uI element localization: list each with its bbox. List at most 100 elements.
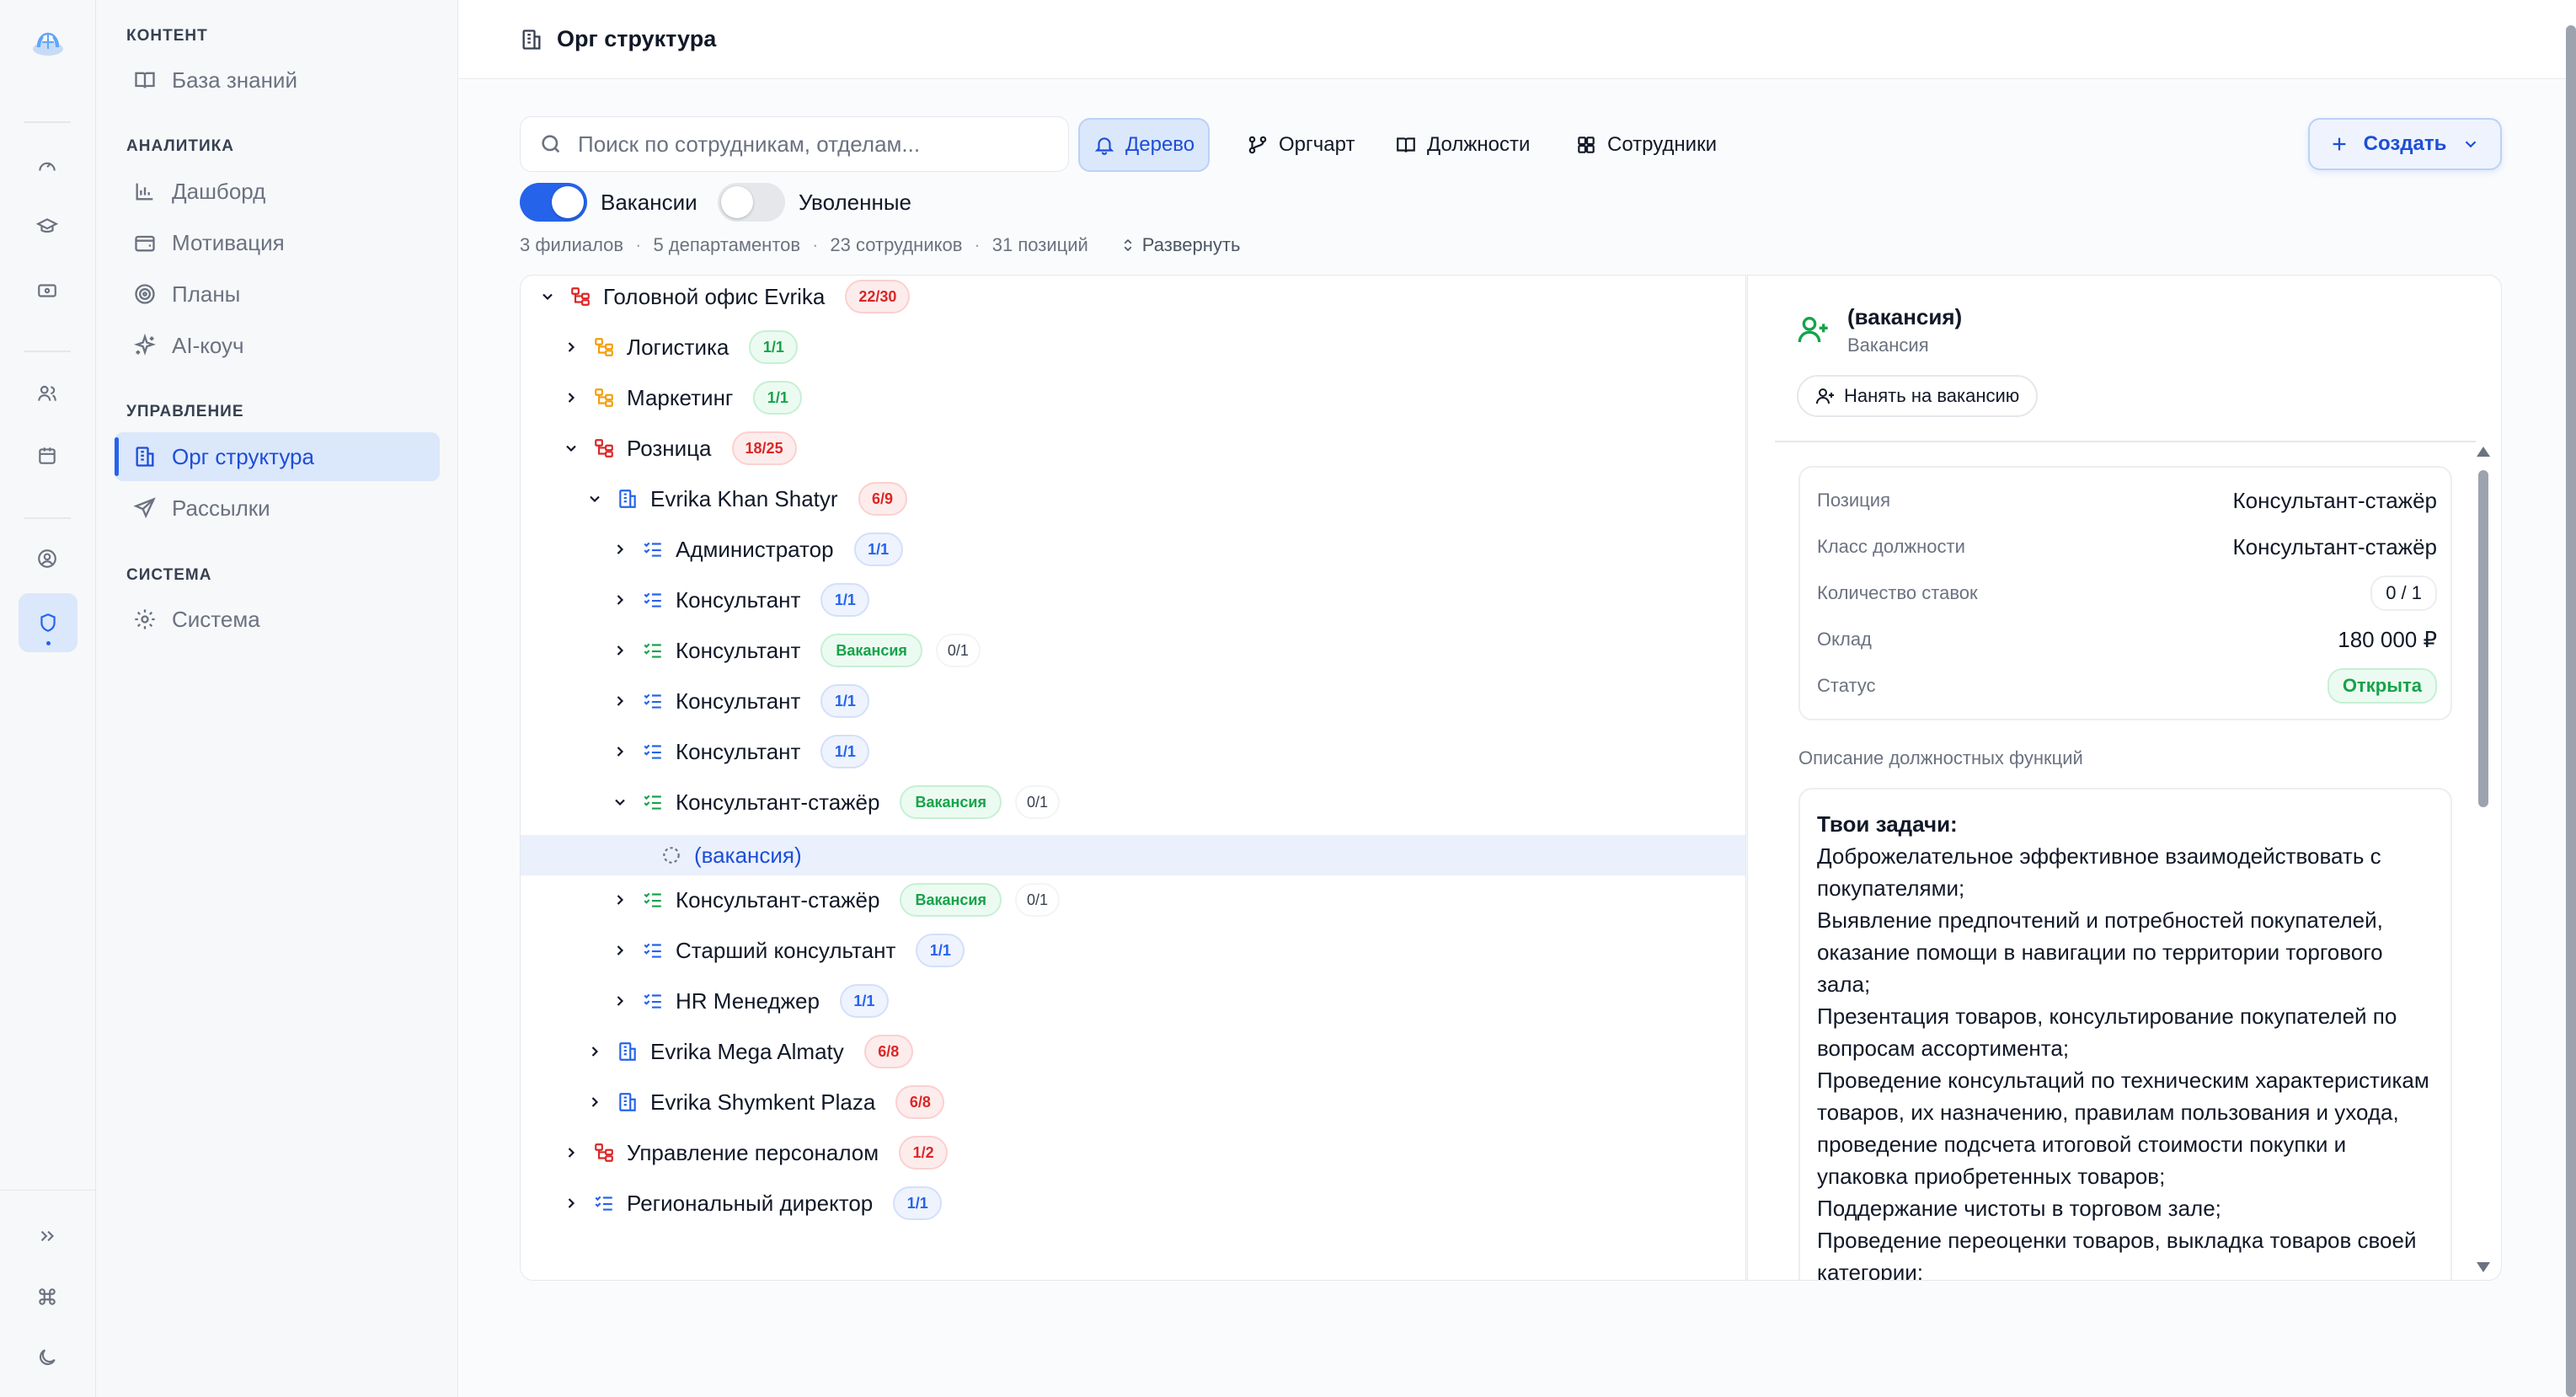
moon-icon[interactable] (31, 1341, 63, 1373)
tree-row[interactable]: Маркетинг 1/1 (521, 377, 1745, 419)
separator-dot: · (635, 234, 642, 255)
tree-row[interactable]: Консультант 1/1 (521, 680, 1745, 722)
chevron-right-icon[interactable] (610, 640, 630, 661)
search-box[interactable] (520, 116, 1069, 172)
icon-rail (0, 0, 96, 1397)
plus-icon (2333, 137, 2345, 151)
headcount-badge: 6/8 (895, 1085, 945, 1119)
nav-item-label: Рассылки (172, 495, 270, 521)
chevron-right-icon[interactable] (585, 1041, 605, 1062)
expand-sidebar-icon[interactable] (31, 1220, 63, 1252)
scroll-down-arrow[interactable] (2477, 1262, 2490, 1272)
tree-row[interactable]: Региональный директор 1/1 (521, 1182, 1745, 1224)
prop-value: 0 / 1 (2370, 575, 2437, 611)
nav-item-label: Система (172, 606, 260, 632)
chevron-right-icon[interactable] (610, 890, 630, 910)
tree-row[interactable]: Консультант-стажёр Вакансия 0/1 (521, 879, 1745, 921)
tree-row[interactable]: Консультант 1/1 (521, 579, 1745, 621)
users-icon[interactable] (31, 377, 63, 409)
search-input[interactable] (578, 131, 1050, 158)
tab-employees[interactable]: Сотрудники (1562, 118, 1730, 172)
tree-row[interactable]: Старший консультант 1/1 (521, 929, 1745, 971)
command-icon[interactable] (31, 1281, 63, 1313)
detail-scrollbar[interactable] (2475, 447, 2492, 1272)
tree-row[interactable]: Evrika Shymkent Plaza 6/8 (521, 1081, 1745, 1123)
separator-dot: · (812, 234, 819, 255)
tree-row[interactable]: Evrika Khan Shatyr 6/9 (521, 478, 1745, 520)
vacancy-ratio: 0/1 (1014, 785, 1060, 819)
separator-dot: · (974, 234, 981, 255)
tree-row[interactable]: Консультант 1/1 (521, 731, 1745, 773)
tree-row[interactable]: Логистика 1/1 (521, 326, 1745, 368)
nav-item-system[interactable]: Система (115, 595, 440, 644)
chevron-right-icon[interactable] (561, 1143, 581, 1163)
dismissed-toggle[interactable] (718, 183, 785, 222)
vacancy-badge: Вакансия (900, 785, 1002, 819)
chevron-right-icon[interactable] (585, 1092, 605, 1112)
tab-orgchart[interactable]: Оргчарт (1233, 118, 1368, 172)
chevron-right-icon[interactable] (610, 741, 630, 762)
scroll-up-arrow[interactable] (2477, 447, 2490, 457)
vacancies-toggle[interactable] (520, 183, 587, 222)
chevron-right-icon[interactable] (610, 590, 630, 610)
nav-item-org-structure[interactable]: Орг структура (115, 432, 440, 481)
description-line: Проведение консультаций по техническим х… (1817, 1068, 2429, 1189)
tree-row[interactable]: Розница 18/25 (521, 427, 1745, 469)
headcount-badge: 1/1 (749, 330, 799, 364)
nav-item-plans[interactable]: Планы (115, 270, 440, 318)
page-scrollbar[interactable] (2566, 25, 2576, 1397)
shield-icon[interactable] (19, 593, 77, 652)
tree-row[interactable]: Консультант-стажёр Вакансия 0/1 (521, 781, 1745, 823)
nav-item-mailings[interactable]: Рассылки (115, 484, 440, 533)
tab-positions[interactable]: Должности (1382, 118, 1543, 172)
chevron-right-icon[interactable] (561, 337, 581, 357)
book-icon (135, 72, 155, 88)
chevron-right-icon[interactable] (610, 991, 630, 1011)
nav-item-ai-coach[interactable]: AI-коуч (115, 321, 440, 370)
tree-node-label: HR Менеджер (676, 988, 820, 1014)
tree-row[interactable]: HR Менеджер 1/1 (521, 980, 1745, 1022)
nav-item-dashboard[interactable]: Дашборд (115, 167, 440, 216)
description-label: Описание должностных функций (1798, 747, 2083, 768)
checklist-icon (640, 789, 665, 815)
chevron-down-icon[interactable] (585, 489, 605, 509)
hire-button-label: Нанять на вакансию (1844, 385, 2020, 406)
tree-row[interactable]: Администратор 1/1 (521, 528, 1745, 570)
nav-item-label: Планы (172, 281, 241, 307)
expand-all-label: Развернуть (1141, 234, 1241, 255)
expand-all-button[interactable]: Развернуть (1120, 234, 1241, 256)
graduation-cap-icon[interactable] (31, 211, 63, 243)
chevron-right-icon[interactable] (610, 539, 630, 559)
chevron-right-icon[interactable] (561, 1193, 581, 1213)
hire-button[interactable]: Нанять на вакансию (1797, 375, 2039, 417)
prop-status: Статус Открыта (1817, 665, 2437, 707)
tree-row[interactable]: Evrika Mega Almaty 6/8 (521, 1030, 1745, 1073)
tree-row[interactable]: Головной офис Evrika 22/30 (521, 276, 1745, 318)
tree-node-label: Консультант (676, 586, 801, 613)
gauge-icon[interactable] (31, 149, 63, 181)
create-button[interactable]: Создать (2308, 118, 2502, 170)
headcount-badge: 1/1 (839, 984, 889, 1018)
scroll-thumb[interactable] (2478, 470, 2488, 807)
tree-row[interactable]: Управление персоналом 1/2 (521, 1132, 1745, 1174)
divider (1775, 441, 2476, 442)
chevron-down-icon[interactable] (610, 792, 630, 812)
tree-row[interactable]: Консультант Вакансия 0/1 (521, 629, 1745, 672)
chevron-right-icon[interactable] (610, 940, 630, 961)
chevron-down-icon[interactable] (561, 438, 581, 458)
app-logo-icon[interactable] (28, 25, 68, 66)
chevron-right-icon[interactable] (610, 691, 630, 711)
prop-key: Класс должности (1817, 536, 1965, 557)
tree-row-selected-vacancy[interactable]: (вакансия) (521, 835, 1745, 875)
nav-item-motivation[interactable]: Мотивация (115, 218, 440, 267)
wallet-icon[interactable] (31, 275, 63, 307)
user-plus-icon (1816, 388, 1834, 404)
tree-node-label: Консультант-стажёр (676, 789, 880, 815)
calendar-icon[interactable] (31, 440, 63, 472)
tab-tree[interactable]: Дерево (1078, 118, 1211, 172)
nav-item-label: Орг структура (172, 443, 314, 469)
chevron-down-icon[interactable] (537, 286, 558, 307)
user-circle-icon[interactable] (31, 543, 63, 575)
nav-item-knowledge[interactable]: База знаний (115, 56, 440, 104)
chevron-right-icon[interactable] (561, 388, 581, 408)
